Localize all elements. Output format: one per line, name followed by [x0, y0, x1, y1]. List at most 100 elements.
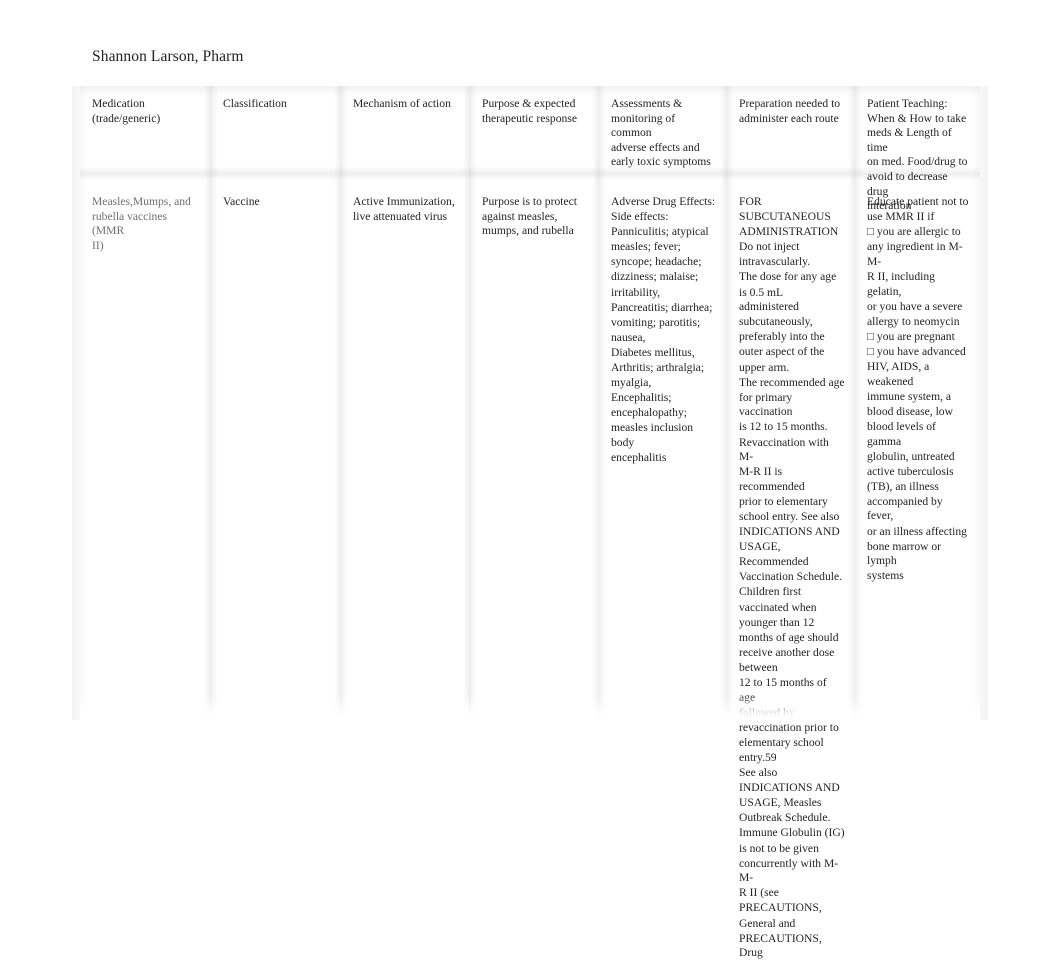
text-line: immune system, a [867, 389, 952, 403]
text-line: encephalopathy; [611, 406, 687, 420]
text-line: Encephalitis; [611, 391, 672, 405]
text-line: globulin, untreated [867, 449, 955, 463]
text-line: syncope; headache; [611, 255, 702, 269]
text-line: receive another dose [739, 645, 835, 659]
cell-mechanism: Active Immunization, live attenuated vir… [341, 185, 470, 969]
text-line: younger than 12 [739, 615, 815, 629]
header-text-preparation: Preparation needed to administer each ro… [739, 97, 841, 125]
text-line: USAGE, [739, 540, 781, 554]
assessments-value: Adverse Drug Effects: Side effects: Pannic… [599, 185, 727, 474]
text-line: INDICATIONS AND [739, 781, 840, 795]
text-line: upper arm. [739, 360, 790, 374]
header-cell-teaching: Patient Teaching: When & How to take med… [855, 86, 980, 212]
text-line: systems [867, 569, 904, 583]
text-line: Diabetes mellitus, [611, 345, 695, 359]
text-line: General and [739, 916, 796, 930]
cell-classification: Vaccine [211, 185, 341, 969]
text-line: is not to be given [739, 841, 819, 855]
text-line: Recommended [739, 555, 809, 569]
text-line: active tuberculosis [867, 464, 954, 478]
preparation-value: FOR SUBCUTANEOUS ADMINISTRATION Do not inje… [727, 185, 855, 969]
text-line: PRECAUTIONS, Drug [739, 931, 822, 960]
text-line: irritability, [611, 285, 661, 299]
text-line: □ you are allergic to [867, 225, 961, 239]
text-line: vomiting; parotitis; [611, 315, 701, 329]
text-line: Do not inject [739, 240, 800, 254]
header-text-medication: Medication (trade/generic) [92, 97, 161, 125]
cell-teaching: Educate patient not to use MMR II if □ you… [855, 185, 980, 969]
cell-assessments: Adverse Drug Effects: Side effects: Pannic… [599, 185, 727, 969]
text-line: dizziness; malaise; [611, 270, 699, 284]
text-line: HIV, AIDS, a weakened [867, 360, 930, 388]
text-line: is 0.5 mL administered [739, 285, 799, 314]
text-line: Panniculitis; atypical [611, 225, 709, 239]
text-line: nausea, [611, 330, 646, 344]
document-author-line: Shannon Larson, Pharm [92, 48, 244, 65]
header-text-assessments: Assessments & monitoring of common adver… [611, 97, 711, 169]
cell-preparation: FOR SUBCUTANEOUS ADMINISTRATION Do not inje… [727, 185, 855, 969]
header-text-purpose: Purpose & expected therapeutic response [482, 97, 577, 125]
header-cell-medication: Medication (trade/generic) [80, 86, 211, 185]
header-cell-classification: Classification [211, 86, 341, 185]
text-line: □ you have advanced [867, 344, 966, 358]
text-line: (TB), an illness [867, 479, 939, 493]
text-line: R II, including gelatin, [867, 269, 935, 298]
text-line: Side effects: [611, 210, 669, 224]
text-line: for primary vaccination [739, 390, 793, 419]
text-line: Adverse Drug Effects: [611, 195, 716, 208]
cell-medication: Measles,Mumps, and rubella vaccines (MMR… [80, 185, 211, 969]
text-line: The dose for any age [739, 270, 837, 284]
text-line: outer aspect of the [739, 345, 825, 359]
text-line: R II (see [739, 886, 779, 900]
text-line: measles; fever; [611, 240, 681, 254]
text-line: measles inclusion body [611, 421, 694, 449]
medication-name: Measles,Mumps, and rubella vaccines (MMR… [92, 195, 191, 252]
text-line: preferably into the [739, 330, 825, 344]
text-line: school entry. See also [739, 509, 840, 523]
text-line: followed by [739, 705, 795, 719]
text-line: bone marrow or lymph [867, 539, 942, 568]
text-line: The recommended age [739, 375, 845, 389]
table-header-row: Medication (trade/generic) Classificatio… [80, 86, 980, 212]
text-line: Vaccination Schedule. [739, 570, 843, 584]
text-line: vaccinated when [739, 600, 817, 614]
text-line: Revaccination with M- [739, 435, 829, 464]
header-cell-preparation: Preparation needed to administer each ro… [727, 86, 855, 185]
text-line: SUBCUTANEOUS [739, 210, 831, 224]
text-line: accompanied by fever, [867, 494, 943, 523]
purpose-value: Purpose is to protect against measles, m… [482, 195, 577, 238]
text-line: □ you are pregnant [867, 329, 955, 343]
text-line: See also [739, 766, 778, 780]
header-cell-purpose: Purpose & expected therapeutic response [470, 86, 599, 185]
text-line: INDICATIONS AND [739, 525, 840, 539]
header-text-mechanism: Mechanism of action [353, 97, 451, 110]
text-line: or you have a severe [867, 299, 963, 313]
text-line: months of age should [739, 630, 839, 644]
text-line: use MMR II if [867, 210, 935, 224]
text-line: FOR [739, 195, 762, 208]
text-line: is 12 to 15 months. [739, 420, 828, 434]
text-line: revaccination prior to [739, 720, 839, 734]
mechanism-value: Active Immunization, live attenuated vir… [353, 195, 455, 223]
text-line: or an illness affecting [867, 524, 967, 538]
text-line: allergy to neomycin [867, 314, 960, 328]
text-line: ADMINISTRATION [739, 225, 839, 239]
text-line: subcutaneously, [739, 315, 813, 329]
text-line: elementary school [739, 735, 824, 749]
text-line: entry.59 [739, 750, 777, 764]
document-page: Shannon Larson, Pharm Medication (trade/… [0, 0, 1062, 959]
header-cell-assessments: Assessments & monitoring of common adver… [599, 86, 727, 185]
text-line: blood disease, low [867, 404, 953, 418]
text-line: prior to elementary [739, 494, 828, 508]
text-line: Immune Globulin (IG) [739, 826, 845, 840]
text-line: intravascularly. [739, 255, 811, 269]
teaching-value: Educate patient not to use MMR II if □ you… [855, 185, 980, 592]
header-text-classification: Classification [223, 97, 287, 110]
text-line: 12 to 15 months of age [739, 676, 827, 704]
medication-table-container: Medication (trade/generic) Classificatio… [72, 86, 988, 959]
medication-table: Medication (trade/generic) Classificatio… [80, 86, 980, 969]
text-line: concurrently with M-M- [739, 856, 839, 885]
classification-value: Vaccine [223, 195, 260, 208]
text-line: encephalitis [611, 451, 667, 465]
text-line: Outbreak Schedule. [739, 811, 831, 825]
